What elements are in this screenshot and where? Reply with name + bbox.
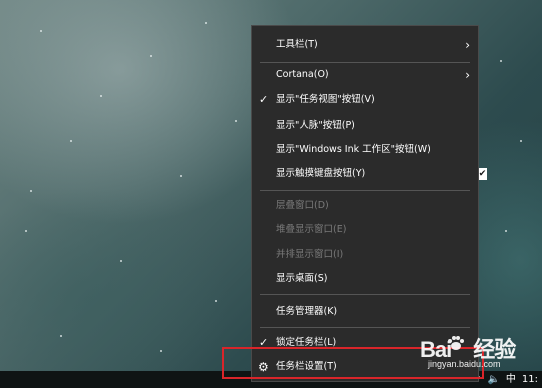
speaker-icon[interactable]: 🔈 xyxy=(487,371,499,388)
menu-divider xyxy=(260,190,470,191)
star xyxy=(100,95,102,97)
star xyxy=(120,260,122,262)
menu-item-show-task-view[interactable]: ✓ 显示"任务视图"按钮(V) xyxy=(252,89,478,111)
star xyxy=(150,55,152,57)
menu-item-show-people[interactable]: 显示"人脉"按钮(P) xyxy=(252,115,478,137)
star xyxy=(40,30,42,32)
menu-item-show-desktop[interactable]: 显示桌面(S) xyxy=(252,268,478,290)
star xyxy=(30,190,32,192)
star xyxy=(500,60,502,62)
star xyxy=(70,140,72,142)
menu-item-label: Cortana(O) xyxy=(276,69,329,80)
menu-item-label: 层叠窗口(D) xyxy=(276,200,329,211)
menu-item-task-manager[interactable]: 任务管理器(K) xyxy=(252,301,478,323)
clock[interactable]: 11: xyxy=(522,371,538,388)
star xyxy=(215,300,217,302)
chevron-right-icon: › xyxy=(465,68,470,82)
star xyxy=(520,140,522,142)
menu-item-label: 并排显示窗口(I) xyxy=(276,249,344,260)
baidu-watermark: Bai 经验 jingyan.baidu.com xyxy=(420,326,538,370)
menu-item-cascade: 层叠窗口(D) xyxy=(252,195,478,217)
star xyxy=(160,350,162,352)
menu-item-label: 显示"Windows Ink 工作区"按钮(W) xyxy=(276,144,431,155)
star xyxy=(235,120,237,122)
checkmark-icon: ✓ xyxy=(259,93,269,106)
star xyxy=(505,230,507,232)
menu-divider xyxy=(260,294,470,295)
star xyxy=(60,335,62,337)
menu-item-side-by-side: 并排显示窗口(I) xyxy=(252,244,478,266)
menu-item-label: 堆叠显示窗口(E) xyxy=(276,224,347,235)
menu-divider xyxy=(260,62,470,63)
star xyxy=(205,22,207,24)
chevron-right-icon: › xyxy=(465,38,470,52)
menu-item-show-ink[interactable]: 显示"Windows Ink 工作区"按钮(W) xyxy=(252,139,478,161)
menu-item-label: 显示桌面(S) xyxy=(276,273,328,284)
menu-item-toolbars[interactable]: 工具栏(T) › xyxy=(252,34,478,56)
menu-item-show-touch-keyboard[interactable]: 显示触摸键盘按钮(Y) xyxy=(252,163,478,185)
desktop-checkbox-mark: ✔ xyxy=(478,168,487,180)
paw-icon xyxy=(448,336,464,350)
star xyxy=(180,175,182,177)
ime-indicator[interactable]: 中 xyxy=(506,371,516,388)
watermark-url: jingyan.baidu.com xyxy=(428,359,501,369)
menu-item-cortana[interactable]: Cortana(O) › xyxy=(252,64,478,86)
star xyxy=(25,230,27,232)
menu-item-label: 任务管理器(K) xyxy=(276,306,338,317)
menu-item-label: 工具栏(T) xyxy=(276,39,318,50)
menu-item-label: 显示触摸键盘按钮(Y) xyxy=(276,168,366,179)
menu-item-label: 显示"人脉"按钮(P) xyxy=(276,120,355,131)
menu-item-label: 显示"任务视图"按钮(V) xyxy=(276,94,375,105)
menu-item-stacked: 堆叠显示窗口(E) xyxy=(252,219,478,241)
